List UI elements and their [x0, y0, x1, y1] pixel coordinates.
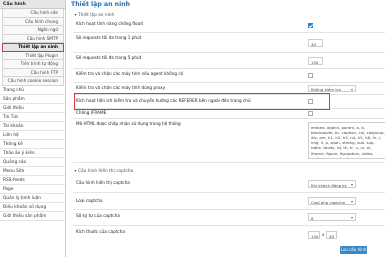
row-label: Kiểm tra và chặn các máy tính nếu agent …: [76, 71, 184, 76]
sidebar-item-rss[interactable]: RSS-feeds: [0, 176, 65, 185]
row-max-requests-1min: Số requests tối đa trong 1 phút 40: [73, 33, 385, 53]
row-anti-iframe: Chống IFRAME: [73, 109, 385, 119]
sidebar-item-terms[interactable]: Điều khoản sử dụng: [0, 203, 65, 212]
sidebar-item-cookie-session[interactable]: Cấu hình cookie session: [2, 77, 64, 86]
sidebar-item-contact[interactable]: Liên hệ: [0, 131, 65, 140]
highlight-box: [74, 93, 330, 110]
sidebar-main-menu: Trang chủ Sản phẩm Giới thiệu Tin Tức Tà…: [0, 86, 65, 221]
row-anti-flood: Kích hoạt tính năng chống flood: [73, 19, 385, 33]
section-captcha-header[interactable]: ▾ Cấu hình hiển thị captcha: [73, 167, 133, 174]
main-panel: Thiết lập an ninh ▾ Thiết lập an ninh Kíc…: [66, 0, 385, 257]
captcha-length-select[interactable]: 6: [308, 213, 356, 221]
sidebar-item-about[interactable]: Giới thiệu: [0, 104, 65, 113]
sidebar-item-accounts[interactable]: Tài khoản: [0, 122, 65, 131]
anti-iframe-checkbox[interactable]: [308, 111, 313, 116]
check-proxy-select[interactable]: Không kiểm tra: [308, 85, 356, 92]
captcha-type-select[interactable]: Cool php captcha: [308, 197, 356, 205]
sidebar-header[interactable]: Cấu hình: [0, 0, 65, 9]
sidebar-item-smtp[interactable]: Cấu hình SMTP: [2, 34, 64, 43]
sidebar-item-statistics[interactable]: Thống kê: [0, 140, 65, 149]
row-label: Cấu hình hiển thị captcha: [76, 180, 130, 185]
row-captcha-size: Kích thước của captcha 150 x 40: [73, 226, 385, 244]
sidebar-item-product-intro[interactable]: Giới thiệu sản phẩm: [0, 212, 65, 221]
sidebar-item-cronjobs[interactable]: Tiến trình tự động: [2, 60, 64, 69]
captcha-display-select[interactable]: Khi khách đăng ký: [308, 180, 356, 188]
sidebar-item-ads[interactable]: Quảng cáo: [0, 158, 65, 167]
row-captcha-display: Cấu hình hiển thị captcha Khi khách đăng…: [73, 176, 385, 193]
captcha-height-input[interactable]: 40: [326, 231, 337, 239]
row-captcha-type: Loại captcha Cool php captcha: [73, 193, 385, 210]
captcha-width-input[interactable]: 150: [308, 231, 320, 239]
row-label: Loại captcha: [76, 198, 103, 203]
row-label: Kích hoạt tính năng chống flood: [76, 21, 143, 26]
save-button[interactable]: Lưu cấu hình: [340, 246, 367, 254]
row-label: Số requests tối đa trong 1 phút: [76, 35, 142, 40]
section-title: Cấu hình hiển thị captcha: [78, 169, 134, 174]
sidebar-item-language[interactable]: Ngôn ngữ: [2, 26, 64, 35]
sidebar-item-site-config[interactable]: Cấu hình site: [2, 9, 64, 18]
row-label: Số ký tự của captcha: [76, 213, 120, 218]
row-allowed-html: Mã HTML được chấp nhận sử dụng trong hệ …: [73, 119, 385, 163]
row-label: Mã HTML được chấp nhận sử dụng trong hệ …: [76, 121, 181, 126]
page-title: Thiết lập an ninh: [71, 1, 131, 8]
max-requests-1min-input[interactable]: 40: [308, 39, 323, 47]
max-requests-5min-input[interactable]: 150: [308, 57, 323, 65]
row-label: Số requests tối đa trong 5 phút: [76, 55, 142, 60]
sidebar-item-menu-site[interactable]: Menu Site: [0, 167, 65, 176]
sidebar-item-plugin[interactable]: Thiết lập Plugin: [2, 51, 64, 60]
sidebar-item-products[interactable]: Sản phẩm: [0, 95, 65, 104]
row-label: Kiểm tra và chặn các máy tính dùng proxy: [76, 85, 166, 90]
sidebar: Cấu hình Cấu hình site Cấu hình chung Ng…: [0, 0, 66, 257]
sidebar-item-page[interactable]: Page: [0, 185, 65, 194]
sidebar-item-general-config[interactable]: Cấu hình chung: [2, 17, 64, 26]
sidebar-item-ftp[interactable]: Cấu hình FTP: [2, 68, 64, 77]
row-captcha-length: Số ký tự của captcha 6: [73, 210, 385, 226]
section-security-header[interactable]: ▾ Thiết lập an ninh: [73, 11, 114, 18]
sidebar-item-voting[interactable]: Thảo ảo ý kiến: [0, 149, 65, 158]
section-title: Thiết lập an ninh: [78, 13, 115, 18]
sidebar-item-security[interactable]: Thiết lập an ninh: [2, 43, 64, 52]
row-max-requests-5min: Số requests tối đa trong 5 phút 150: [73, 53, 385, 69]
sidebar-item-news[interactable]: Tin Tức: [0, 113, 65, 122]
anti-flood-checkbox[interactable]: [308, 23, 313, 28]
allowed-html-textarea[interactable]: embed, object, param, a, b, blockquote, …: [308, 122, 385, 159]
row-label: Kích thước của captcha: [76, 229, 125, 234]
size-separator: x: [322, 232, 325, 237]
row-check-agent: Kiểm tra và chặn các máy tính nếu agent …: [73, 69, 385, 83]
sidebar-submenu: Cấu hình site Cấu hình chung Ngôn ngữ Cấ…: [0, 9, 65, 86]
row-label: Chống IFRAME: [76, 110, 107, 115]
sidebar-item-comments[interactable]: Quản lý bình luận: [0, 194, 65, 203]
sidebar-item-home[interactable]: Trang chủ: [0, 86, 65, 95]
check-agent-checkbox[interactable]: [308, 73, 313, 78]
